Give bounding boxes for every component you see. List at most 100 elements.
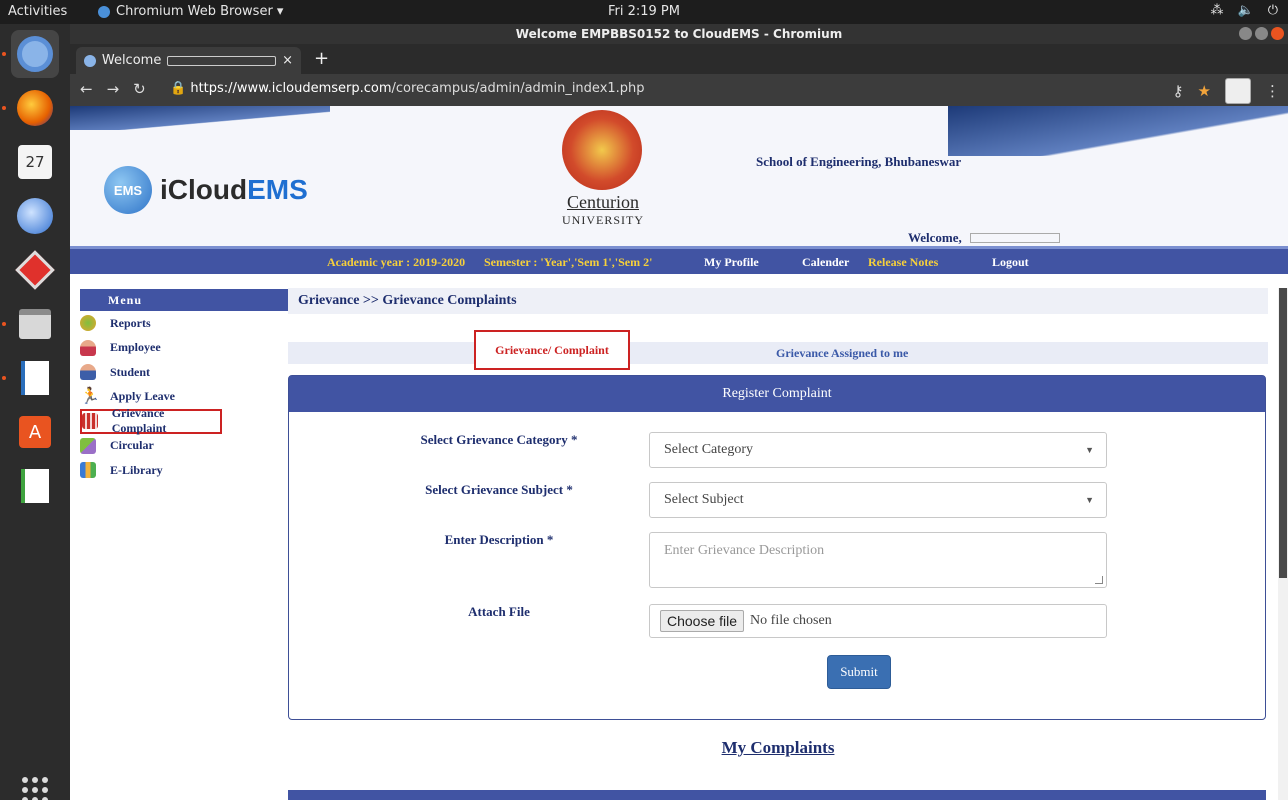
tab-grievance-complaint[interactable]: Grievance/ Complaint: [474, 330, 630, 370]
running-indicator: [2, 376, 6, 380]
banner-swoosh: [948, 106, 1288, 156]
menu-heading: Menu: [80, 289, 288, 311]
favicon-icon: [84, 54, 96, 67]
power-icon: ⏻: [1267, 3, 1278, 18]
sidebar-item-grievance-complaint[interactable]: Grievance Complaint: [80, 406, 222, 435]
complaints-table-header: [288, 790, 1266, 800]
file-input[interactable]: Choose file No file chosen: [649, 604, 1107, 638]
dock-software[interactable]: A: [11, 408, 59, 456]
window-controls: [1239, 27, 1284, 40]
submit-button[interactable]: Submit: [827, 655, 891, 689]
university-line1: Centurion: [567, 192, 639, 212]
system-top-bar: Activities Chromium Web Browser ▾ Fri 2:…: [0, 0, 1288, 24]
running-person-icon: 🏃: [80, 387, 100, 405]
sidebar-item-reports[interactable]: Reports: [80, 311, 288, 336]
university-line2: UNIVERSITY: [562, 213, 644, 227]
resize-grip-icon[interactable]: [1095, 576, 1103, 584]
calendar-icon: 27: [18, 145, 52, 179]
window-title-bar: Welcome EMPBBS0152 to CloudEMS - Chromiu…: [70, 24, 1288, 44]
browser-tab[interactable]: Welcome ×: [76, 47, 301, 74]
welcome-label: Welcome,: [908, 230, 962, 245]
activities-button[interactable]: Activities: [8, 4, 67, 19]
subject-select[interactable]: Select Subject ▼: [649, 482, 1107, 518]
description-label: Enter Description *: [444, 532, 554, 547]
redacted-text: [969, 233, 1060, 243]
key-icon[interactable]: ⚷: [1173, 82, 1184, 100]
welcome-user: Welcome,: [908, 230, 1060, 246]
subject-label: Select Grievance Subject *: [425, 482, 573, 497]
books-icon: [80, 462, 96, 479]
site-logo[interactable]: EMS iCloudEMS: [104, 166, 308, 214]
scrollbar-thumb[interactable]: [1279, 288, 1287, 578]
sidebar-menu: Menu Reports Employee Student 🏃 Apply Le…: [80, 289, 288, 483]
reload-icon[interactable]: ↻: [133, 80, 146, 98]
back-icon[interactable]: ←: [80, 80, 93, 98]
address-bar[interactable]: 🔒 https://www.icloudemserp.com/corecampu…: [170, 81, 645, 96]
writer-icon: [21, 361, 49, 395]
close-icon[interactable]: [1271, 27, 1284, 40]
top-nav-bar: Academic year : 2019-2020 Semester : 'Ye…: [70, 246, 1288, 274]
dock-calendar[interactable]: 27: [11, 138, 59, 186]
my-complaints-link[interactable]: My Complaints: [288, 738, 1268, 758]
academic-year: Academic year : 2019-2020: [327, 255, 466, 269]
launcher-dock: 27 A: [0, 24, 70, 800]
url-host: https://www.icloudemserp.com: [190, 81, 392, 96]
dock-files[interactable]: [11, 300, 59, 348]
employee-icon: [80, 339, 96, 356]
nav-calender[interactable]: Calender: [802, 255, 849, 270]
lock-icon: 🔒: [170, 81, 187, 96]
site-banner: EMS iCloudEMS Centurion UNIVERSITY Schoo…: [70, 106, 1288, 246]
nav-buttons: ← → ↻: [80, 80, 146, 98]
sidebar-item-student[interactable]: Student: [80, 360, 288, 385]
extension-icon[interactable]: [1225, 78, 1251, 104]
maximize-icon[interactable]: [1255, 27, 1268, 40]
dock-chromium[interactable]: [11, 30, 59, 78]
page-scrollbar[interactable]: [1278, 288, 1288, 800]
tab-close-icon[interactable]: ×: [282, 53, 293, 68]
minimize-icon[interactable]: [1239, 27, 1252, 40]
menu-kebab-icon[interactable]: ⋮: [1265, 82, 1280, 100]
calendar-grid-icon: [82, 413, 98, 430]
app-menu[interactable]: Chromium Web Browser ▾: [98, 4, 283, 19]
nav-logout[interactable]: Logout: [992, 255, 1029, 270]
chromium-icon: [17, 36, 53, 72]
dock-rhythmbox[interactable]: [11, 246, 59, 294]
sidebar-item-e-library[interactable]: E-Library: [80, 458, 288, 483]
nav-release-notes[interactable]: Release Notes: [868, 255, 938, 270]
sidebar-item-employee[interactable]: Employee: [80, 336, 288, 361]
description-textarea[interactable]: Enter Grievance Description: [649, 532, 1107, 588]
dock-firefox[interactable]: [11, 84, 59, 132]
dock-thunderbird[interactable]: [11, 192, 59, 240]
new-tab-icon[interactable]: +: [314, 48, 329, 69]
firefox-icon: [17, 90, 53, 126]
ems-logo-icon: EMS: [104, 166, 152, 214]
dock-calc[interactable]: [11, 462, 59, 510]
university-emblem-icon: [562, 110, 642, 190]
category-select[interactable]: Select Category ▼: [649, 432, 1107, 468]
nav-my-profile[interactable]: My Profile: [704, 255, 759, 270]
reports-icon: [80, 315, 96, 332]
tab-strip: Welcome × +: [70, 44, 1288, 74]
show-applications-icon[interactable]: [22, 777, 48, 800]
redacted-text: [167, 55, 277, 66]
app-menu-label: Chromium Web Browser ▾: [116, 4, 284, 19]
choose-file-button[interactable]: Choose file: [660, 610, 745, 632]
tab-title: Welcome: [101, 53, 162, 68]
file-status: No file chosen: [750, 613, 832, 628]
sidebar-item-circular[interactable]: Circular: [80, 434, 288, 459]
toolbar-actions: ⚷ ★ ⋮: [1173, 78, 1280, 104]
running-indicator: [2, 52, 6, 56]
forward-icon[interactable]: →: [107, 80, 120, 98]
system-tray[interactable]: ⁂ 🔈 ⏻: [1211, 3, 1278, 18]
thunderbird-icon: [17, 198, 53, 234]
running-indicator: [2, 106, 6, 110]
tab-grievance-assigned[interactable]: Grievance Assigned to me: [776, 346, 908, 361]
bookmark-star-icon[interactable]: ★: [1198, 82, 1211, 100]
dropdown-caret-icon: ▼: [1085, 445, 1094, 455]
student-icon: [80, 364, 96, 381]
dock-writer[interactable]: [11, 354, 59, 402]
panel-heading: Register Complaint: [289, 376, 1265, 412]
url-path: /corecampus/admin/admin_index1.php: [391, 81, 645, 96]
volume-icon: 🔈: [1237, 3, 1254, 18]
chromium-icon: [98, 5, 110, 18]
